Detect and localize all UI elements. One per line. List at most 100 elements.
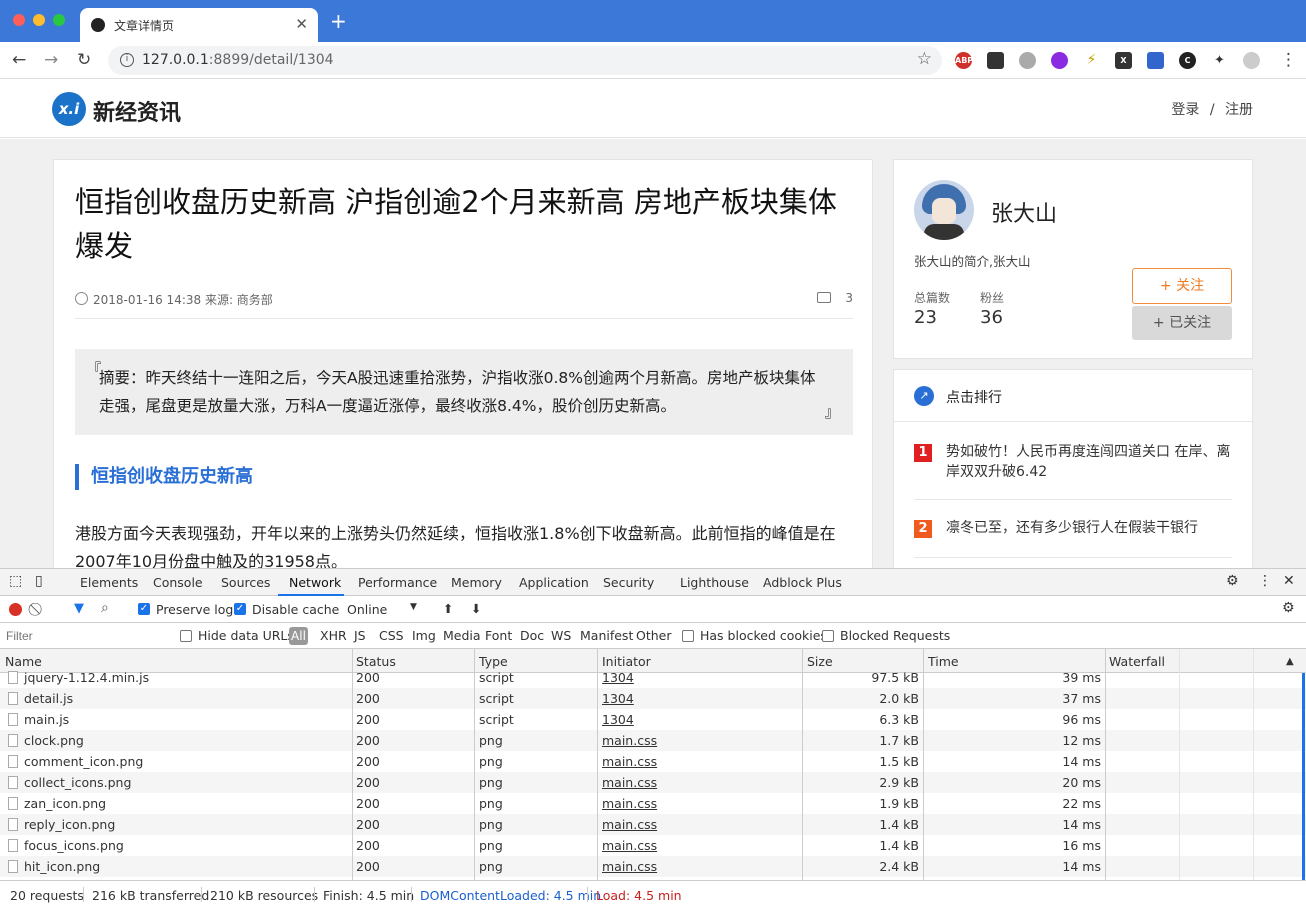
avatar[interactable] — [914, 180, 974, 240]
table-row[interactable]: clock.png 200 png main.css 1.7 kB 12 ms — [0, 730, 1306, 751]
disable-cache-checkbox[interactable]: ✓ — [234, 603, 246, 615]
more-options-icon[interactable]: ⋮ — [1258, 573, 1272, 589]
tab-performance[interactable]: Performance — [358, 575, 437, 590]
translate-extension-icon[interactable] — [1147, 52, 1164, 69]
tab-console[interactable]: Console — [153, 575, 203, 590]
table-row[interactable]: jquery-1.12.4.min.js 200 script 1304 97.5 kB… — [0, 667, 1306, 688]
chevron-down-icon[interactable]: ▼ — [410, 602, 417, 612]
site-logo-text[interactable]: 新经资讯 — [93, 95, 181, 127]
import-har-icon[interactable]: ⬆ — [443, 601, 453, 616]
export-har-icon[interactable]: ⬇ — [471, 601, 481, 616]
request-initiator[interactable]: main.css — [602, 838, 657, 853]
request-size: 2.4 kB — [879, 859, 919, 874]
table-row[interactable]: focus_icons.png 200 png main.css 1.4 kB 16 ms — [0, 835, 1306, 856]
globe-extension-icon[interactable] — [1019, 52, 1036, 69]
filter-manifest[interactable]: Manifest — [580, 628, 633, 643]
tab-application[interactable]: Application — [519, 575, 589, 590]
c-extension-icon[interactable]: C — [1179, 52, 1196, 69]
request-initiator[interactable]: 1304 — [602, 670, 634, 685]
close-window-button[interactable] — [13, 14, 25, 26]
table-row[interactable]: main.js 200 script 1304 6.3 kB 96 ms — [0, 709, 1306, 730]
request-initiator[interactable]: main.css — [602, 733, 657, 748]
bookmark-star-icon[interactable]: ☆ — [917, 49, 932, 69]
tab-memory[interactable]: Memory — [451, 575, 502, 590]
adblock-extension-icon[interactable]: ABP — [955, 52, 973, 69]
filter-input[interactable] — [3, 627, 167, 645]
login-link[interactable]: 登录 — [1171, 102, 1199, 118]
request-initiator[interactable]: main.css — [602, 796, 657, 811]
profile-avatar[interactable] — [1243, 52, 1260, 69]
record-icon[interactable] — [9, 603, 22, 616]
ranking-item[interactable]: 1 势如破竹！人民币再度连闯四道关口 在岸、离岸双双升破6.42 — [914, 442, 1232, 500]
request-initiator[interactable]: main.css — [602, 775, 657, 790]
device-toolbar-icon[interactable]: ▯ — [35, 573, 43, 589]
table-row[interactable]: hit_icon.png 200 png main.css 2.4 kB 14 ms — [0, 856, 1306, 877]
filter-xhr[interactable]: XHR — [320, 628, 347, 643]
forward-icon[interactable]: → — [44, 50, 58, 70]
request-size: 1.9 kB — [879, 796, 919, 811]
filter-ws[interactable]: WS — [551, 628, 571, 643]
tab-adblock-plus[interactable]: Adblock Plus — [763, 575, 842, 590]
filter-font[interactable]: Font — [485, 628, 512, 643]
table-row[interactable]: collect_icons.png 200 png main.css 2.9 kB 20 … — [0, 772, 1306, 793]
tab-close-icon[interactable]: ✕ — [295, 15, 308, 33]
request-initiator[interactable]: main.css — [602, 859, 657, 874]
x-extension-icon[interactable]: X — [1115, 52, 1132, 69]
table-row[interactable]: reply_icon.png 200 png main.css 1.4 kB 14 ms — [0, 814, 1306, 835]
request-initiator[interactable]: main.css — [602, 754, 657, 769]
info-icon[interactable]: i — [120, 53, 134, 67]
filter-other[interactable]: Other — [636, 628, 672, 643]
address-bar[interactable]: i 127.0.0.1:8899/detail/1304 ☆ — [108, 46, 942, 75]
author-name[interactable]: 张大山 — [991, 196, 1057, 228]
tab-lighthouse[interactable]: Lighthouse — [680, 575, 749, 590]
throttle-select[interactable]: Online — [347, 602, 387, 617]
followed-button[interactable]: + 已关注 — [1132, 306, 1232, 340]
ranking-item[interactable]: 2 凛冬已至，还有多少银行人在假装干银行 — [914, 518, 1232, 558]
new-tab-button[interactable]: + — [330, 11, 347, 31]
menu-icon[interactable]: ⋮ — [1280, 50, 1297, 70]
table-row[interactable]: detail.js 200 script 1304 2.0 kB 37 ms — [0, 688, 1306, 709]
minimize-window-button[interactable] — [33, 14, 45, 26]
comment-count[interactable]: 3 — [845, 291, 853, 305]
table-row[interactable]: comment_icon.png 200 png main.css 1.5 kB 14 m… — [0, 751, 1306, 772]
reload-icon[interactable]: ↻ — [77, 50, 91, 70]
search-icon[interactable]: ⌕ — [101, 600, 109, 616]
ranking-link[interactable]: 凛冬已至，还有多少银行人在假装干银行 — [946, 518, 1232, 538]
back-icon[interactable]: ← — [12, 50, 26, 70]
bolt-extension-icon[interactable]: ⚡ — [1083, 52, 1100, 69]
has-blocked-cookies-checkbox[interactable] — [682, 630, 694, 642]
tab-elements[interactable]: Elements — [80, 575, 138, 590]
puzzle-icon[interactable]: ✦ — [1211, 52, 1228, 69]
follow-button[interactable]: + 关注 — [1132, 268, 1232, 304]
request-initiator[interactable]: 1304 — [602, 712, 634, 727]
filter-funnel-icon[interactable]: ▼ — [74, 601, 84, 616]
sort-ascending-icon[interactable]: ▲ — [1286, 656, 1294, 667]
filter-img[interactable]: Img — [412, 628, 436, 643]
filter-media[interactable]: Media — [443, 628, 481, 643]
network-settings-gear-icon[interactable]: ⚙ — [1282, 600, 1295, 616]
zoom-window-button[interactable] — [53, 14, 65, 26]
logo-icon[interactable]: x.i — [52, 92, 86, 126]
request-initiator[interactable]: 1304 — [602, 691, 634, 706]
filter-js[interactable]: JS — [354, 628, 366, 643]
comment-icon[interactable] — [817, 292, 831, 303]
inspect-element-icon[interactable]: ⬚ — [9, 573, 22, 589]
tab-network[interactable]: Network — [289, 575, 341, 590]
filter-doc[interactable]: Doc — [520, 628, 544, 643]
tab-sources[interactable]: Sources — [221, 575, 270, 590]
table-row[interactable]: zan_icon.png 200 png main.css 1.9 kB 22 ms — [0, 793, 1306, 814]
request-initiator[interactable]: main.css — [602, 817, 657, 832]
hide-data-urls-checkbox[interactable] — [180, 630, 192, 642]
browser-tab[interactable]: 文章详情页 ✕ — [80, 8, 318, 42]
settings-gear-icon[interactable]: ⚙ — [1226, 573, 1239, 589]
qr-extension-icon[interactable] — [987, 52, 1004, 69]
filter-all-button[interactable]: All — [289, 627, 308, 645]
filter-css[interactable]: CSS — [379, 628, 404, 643]
register-link[interactable]: 注册 — [1225, 102, 1253, 118]
ranking-link[interactable]: 势如破竹！人民币再度连闯四道关口 在岸、离岸双双升破6.42 — [946, 442, 1232, 482]
preserve-log-checkbox[interactable]: ✓ — [138, 603, 150, 615]
mic-extension-icon[interactable] — [1051, 52, 1068, 69]
blocked-requests-checkbox[interactable] — [822, 630, 834, 642]
tab-security[interactable]: Security — [603, 575, 654, 590]
close-devtools-icon[interactable]: ✕ — [1283, 573, 1295, 589]
